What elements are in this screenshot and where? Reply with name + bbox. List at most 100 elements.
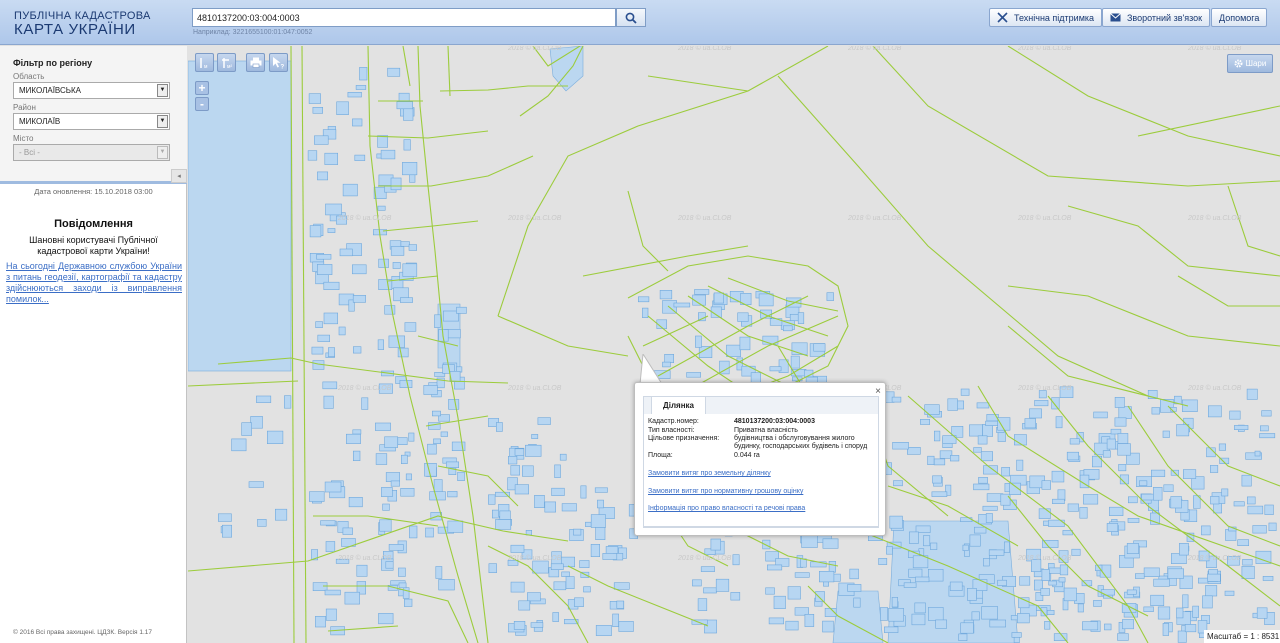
building-footprint xyxy=(933,458,946,466)
building-footprint xyxy=(886,546,893,555)
building-footprint xyxy=(1083,494,1099,505)
building-footprint xyxy=(1201,525,1211,536)
building-footprint xyxy=(377,205,386,211)
building-footprint xyxy=(534,494,545,508)
building-footprint xyxy=(537,417,551,425)
zoom-in-button[interactable]: + xyxy=(195,81,209,95)
sidebar-collapse-button[interactable]: ◂ xyxy=(171,169,187,183)
help-label: Допомога xyxy=(1219,12,1260,23)
ownership-info-link[interactable]: Інформація про право власності та речові… xyxy=(648,505,805,512)
building-footprint xyxy=(510,544,525,553)
building-footprint xyxy=(510,581,525,593)
notice-link[interactable]: На сьогодні Державною службою України з … xyxy=(6,261,182,305)
building-footprint xyxy=(551,487,565,496)
building-footprint xyxy=(815,591,825,602)
building-footprint xyxy=(1019,576,1031,586)
region-filter-panel: Фільтр по регіону Область МИКОЛАЇВСЬКА ▼… xyxy=(0,46,187,184)
building-footprint xyxy=(561,503,577,512)
building-footprint xyxy=(325,203,342,216)
building-footprint xyxy=(328,347,335,358)
area-value: 0.044 га xyxy=(734,452,760,459)
building-footprint xyxy=(769,366,782,372)
building-footprint xyxy=(1106,438,1116,450)
identify-button[interactable]: ? xyxy=(269,53,288,72)
building-footprint xyxy=(962,544,969,551)
building-footprint xyxy=(726,344,741,357)
building-footprint xyxy=(891,597,898,608)
building-footprint xyxy=(311,346,324,355)
building-footprint xyxy=(400,297,413,303)
building-footprint xyxy=(561,571,570,577)
building-footprint xyxy=(1153,486,1163,501)
building-footprint xyxy=(1100,589,1116,596)
building-footprint xyxy=(1077,603,1084,613)
building-footprint xyxy=(1247,496,1256,505)
feedback-button[interactable]: Зворотний зв'язок xyxy=(1102,8,1211,27)
building-footprint xyxy=(320,520,336,526)
building-footprint xyxy=(384,305,396,315)
building-footprint xyxy=(325,608,337,621)
building-footprint xyxy=(818,570,835,583)
rayon-select[interactable]: МИКОЛАЇВ ▼ xyxy=(13,113,170,130)
tech-support-label: Технічна підтримка xyxy=(1014,12,1095,23)
building-footprint xyxy=(1259,433,1276,439)
building-footprint xyxy=(409,525,418,539)
building-footprint xyxy=(347,91,362,98)
building-footprint xyxy=(1040,607,1048,617)
building-footprint xyxy=(457,471,465,482)
building-footprint xyxy=(1013,636,1020,643)
building-footprint xyxy=(694,289,710,295)
building-footprint xyxy=(1117,633,1129,641)
help-button[interactable]: Допомога xyxy=(1211,8,1268,27)
building-footprint xyxy=(402,162,418,176)
building-footprint xyxy=(348,496,363,508)
order-valuation-extract-link[interactable]: Замовити витяг про нормативну грошову оц… xyxy=(648,488,803,495)
building-footprint xyxy=(544,501,556,513)
cadastral-map-layer[interactable]: 2018 © ua.CLOB 2018 © ua.CLOB 2018 © ua.CL… xyxy=(188,46,1280,643)
building-footprint xyxy=(585,521,592,527)
measure-area-button[interactable]: м² xyxy=(217,53,236,72)
building-footprint xyxy=(375,453,388,465)
building-footprint xyxy=(983,465,998,475)
misto-select[interactable]: - Всі - ▼ xyxy=(13,144,170,161)
building-footprint xyxy=(826,292,834,301)
building-footprint xyxy=(1079,507,1088,519)
search-button[interactable] xyxy=(616,8,646,27)
search-input[interactable] xyxy=(192,8,616,27)
order-parcel-extract-link[interactable]: Замовити витяг про земельну ділянку xyxy=(648,470,771,477)
building-footprint xyxy=(969,424,983,437)
popup-body: Кадастр.номер: 4810137200:03:004:0003 Ти… xyxy=(643,414,879,527)
building-footprint xyxy=(248,481,264,488)
map-watermark: 2018 © ua.CLOB xyxy=(1187,214,1242,222)
building-footprint xyxy=(1118,464,1127,472)
tech-support-button[interactable]: Технічна підтримка xyxy=(989,8,1103,27)
building-footprint xyxy=(1114,396,1125,408)
zoom-out-button[interactable]: - xyxy=(195,97,209,111)
building-footprint xyxy=(352,429,362,435)
building-footprint xyxy=(1117,433,1129,444)
building-footprint xyxy=(425,527,434,538)
building-footprint xyxy=(1104,623,1112,631)
building-footprint xyxy=(985,513,993,523)
building-footprint xyxy=(1093,600,1102,607)
print-button[interactable] xyxy=(246,53,265,72)
oblast-select[interactable]: МИКОЛАЇВСЬКА ▼ xyxy=(13,82,170,99)
layers-button[interactable]: Шари xyxy=(1227,54,1273,73)
building-footprint xyxy=(403,139,411,151)
chevron-down-icon: ▼ xyxy=(157,146,168,159)
building-footprint xyxy=(1241,474,1252,487)
building-footprint xyxy=(673,302,691,308)
map-watermark: 2018 © ua.CLOB xyxy=(1187,384,1242,392)
building-footprint xyxy=(1261,410,1272,417)
building-footprint xyxy=(408,244,417,251)
building-footprint xyxy=(1127,517,1140,523)
map-watermark: 2018 © ua.CLOB xyxy=(1017,46,1072,52)
building-footprint xyxy=(408,432,415,442)
measure-distance-button[interactable]: м xyxy=(195,53,214,72)
building-footprint xyxy=(927,568,944,582)
building-footprint xyxy=(988,549,1005,556)
building-footprint xyxy=(616,600,624,609)
map-canvas[interactable]: 2018 © ua.CLOB 2018 © ua.CLOB 2018 © ua.CL… xyxy=(188,46,1280,643)
svg-text:м: м xyxy=(204,64,208,69)
tab-parcel[interactable]: Ділянка xyxy=(651,396,706,415)
